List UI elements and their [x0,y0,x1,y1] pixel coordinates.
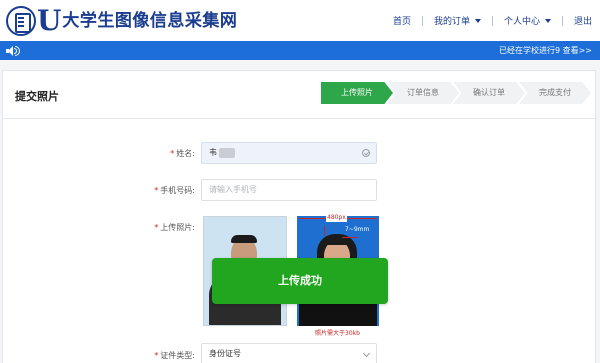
top-nav: 首页 我的订单 个人中心 退出 [393,14,592,27]
nav-my-orders-label: 我的订单 [433,17,470,27]
margin-spec-label: 7~9mm [345,226,370,233]
phone-label: * 手机号码: [154,186,195,195]
top-header: U 大学生图像信息采集网 首页 我的订单 个人中心 退出 [0,0,600,41]
nav-logout-label: 退出 [573,17,592,27]
upload-success-toast: 上传成功 [212,258,388,304]
submit-photo-card: 提交照片 上传照片 订单信息 确认订单 完成支付 *姓名: 韦 *手机号码: [2,70,596,363]
page-title: 提交照片 [15,90,59,103]
page-root: U 大学生图像信息采集网 首页 我的订单 个人中心 退出 已经在学校进行9 查看… [0,0,600,363]
nav-divider [491,15,493,26]
size-note: 照片需大于30kb [315,330,360,337]
step-order-info: 订单信息 [387,82,459,104]
id-type-label: * 证件类型: [154,351,195,360]
check-circle-icon [362,149,370,157]
chevron-down-icon [544,18,551,23]
logo-letter: U [37,4,62,37]
step-confirm-order: 确认订单 [453,82,525,104]
name-field[interactable]: 韦 [201,142,377,164]
notice-bar: 已经在学校进行9 查看>> [0,41,600,60]
nav-my-orders[interactable]: 我的订单 [434,14,481,27]
phone-input[interactable]: 请输入手机号 [201,179,377,201]
nav-divider [421,15,423,26]
site-logo[interactable]: U 大学生图像信息采集网 [6,6,237,36]
nav-logout[interactable]: 退出 [574,14,592,27]
speaker-icon [6,46,20,56]
photo-label: * 上传照片: [154,223,195,232]
step-upload-photo: 上传照片 [321,82,393,104]
redacted-text [219,147,235,158]
nav-home-label: 首页 [392,17,411,27]
chevron-down-icon [474,18,481,23]
id-type-select[interactable]: 身份证号 [201,343,377,363]
notice-link[interactable]: 已经在学校进行9 查看>> [499,45,592,56]
name-label: * 姓名: [170,149,195,158]
university-emblem-icon [6,6,36,36]
nav-user-center[interactable]: 个人中心 [504,14,551,27]
card-header: 提交照片 上传照片 订单信息 确认订单 完成支付 [3,71,595,119]
nav-divider [561,15,563,26]
nav-user-center-label: 个人中心 [503,17,540,27]
width-spec-label: 480px [326,214,347,222]
step-complete-payment: 完成支付 [519,82,591,104]
progress-steps: 上传照片 订单信息 确认订单 完成支付 [321,82,591,104]
site-name: 大学生图像信息采集网 [62,11,238,31]
chevron-down-icon [362,349,371,358]
nav-home[interactable]: 首页 [393,14,411,27]
